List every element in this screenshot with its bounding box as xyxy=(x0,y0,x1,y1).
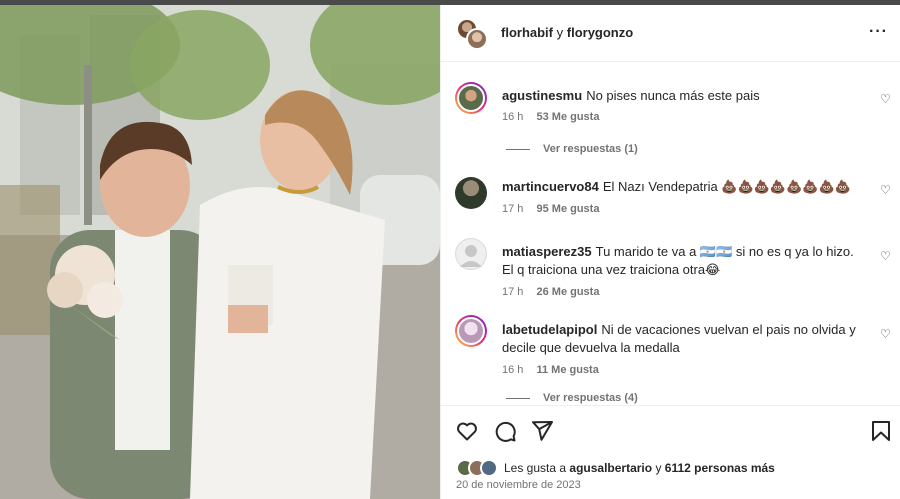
comment-text: labetudelapipol Ni de vacaciones vuelvan … xyxy=(502,321,867,357)
comment-text: martincuervo84 El Nazı Vendepatria 💩💩💩💩💩💩… xyxy=(502,178,867,196)
comment-likes[interactable]: 53 Me gusta xyxy=(536,111,599,123)
author-username[interactable]: florhabif xyxy=(501,25,553,40)
comments-panel: florhabif y florygonzo ··· agustinesmu No… xyxy=(440,5,900,499)
post-header: florhabif y florygonzo ··· xyxy=(441,5,900,62)
heart-icon[interactable]: ♡ xyxy=(880,249,891,263)
post-date: 20 de noviembre de 2023 xyxy=(456,479,581,491)
author-avatars[interactable] xyxy=(456,18,490,52)
comment-time[interactable]: 17 h xyxy=(502,286,523,298)
comment-text: agustinesmu No pises nunca más este pais xyxy=(502,87,867,105)
liker-username[interactable]: agusalbertario xyxy=(569,461,652,475)
view-replies-label: Ver respuestas (4) xyxy=(543,392,638,404)
view-replies-button[interactable]: Ver respuestas (1) xyxy=(506,143,638,155)
comment-username[interactable]: labetudelapipol xyxy=(502,322,597,337)
comment-text: matiasperez35 Tu marido te va a 🇦🇷🇦🇷 si n… xyxy=(502,243,867,279)
heart-icon[interactable]: ♡ xyxy=(880,92,891,106)
author-username[interactable]: florygonzo xyxy=(567,25,633,40)
comment-likes[interactable]: 26 Me gusta xyxy=(536,286,599,298)
comment-username[interactable]: martincuervo84 xyxy=(502,179,599,194)
comment-icon[interactable] xyxy=(493,419,517,443)
comment-body: El Nazı Vendepatria 💩💩💩💩💩💩💩💩 xyxy=(602,179,851,194)
comment-likes[interactable]: 95 Me gusta xyxy=(536,203,599,215)
avatar[interactable] xyxy=(455,315,487,347)
replies-divider xyxy=(506,148,530,150)
comment-meta: 16 h 11 Me gusta xyxy=(502,364,599,376)
avatar[interactable] xyxy=(455,238,487,270)
heart-icon[interactable]: ♡ xyxy=(880,327,891,341)
comment-meta: 16 h 53 Me gusta xyxy=(502,111,599,123)
likes-summary[interactable]: Les gusta a agusalbertario y 6112 person… xyxy=(456,458,775,478)
comment-username[interactable]: matiasperez35 xyxy=(502,244,592,259)
post-photo[interactable] xyxy=(0,5,440,499)
comment-time[interactable]: 16 h xyxy=(502,364,523,376)
author-conjunction: y xyxy=(556,25,564,40)
likes-prefix: Les gusta a xyxy=(504,461,567,475)
comment-meta: 17 h 26 Me gusta xyxy=(502,286,599,298)
view-replies-button[interactable]: Ver respuestas (4) xyxy=(506,392,638,404)
comment-body: No pises nunca más este pais xyxy=(586,88,760,103)
view-replies-label: Ver respuestas (1) xyxy=(543,143,638,155)
comment-meta: 17 h 95 Me gusta xyxy=(502,203,599,215)
avatar[interactable] xyxy=(455,177,487,209)
wedding-photo-illustration xyxy=(0,5,440,499)
send-icon[interactable] xyxy=(530,419,554,443)
post-actions: Les gusta a agusalbertario y 6112 person… xyxy=(441,405,900,499)
avatar[interactable] xyxy=(466,28,488,50)
comment-time[interactable]: 16 h xyxy=(502,111,523,123)
default-avatar-icon xyxy=(460,245,482,267)
more-horizontal-icon[interactable]: ··· xyxy=(869,23,888,41)
avatar[interactable] xyxy=(455,82,487,114)
post-authors: florhabif y florygonzo xyxy=(501,25,633,40)
comment-time[interactable]: 17 h xyxy=(502,203,523,215)
avatar xyxy=(480,459,498,477)
replies-divider xyxy=(506,397,530,399)
comment-username[interactable]: agustinesmu xyxy=(502,88,582,103)
likes-conjunction: y xyxy=(655,461,662,475)
comment-likes[interactable]: 11 Me gusta xyxy=(536,364,598,376)
heart-icon[interactable]: ♡ xyxy=(880,183,891,197)
likes-text: Les gusta a agusalbertario y 6112 person… xyxy=(504,461,775,475)
heart-icon[interactable] xyxy=(455,419,479,443)
likes-count[interactable]: 6112 personas más xyxy=(665,461,775,475)
bookmark-icon[interactable] xyxy=(869,419,893,443)
